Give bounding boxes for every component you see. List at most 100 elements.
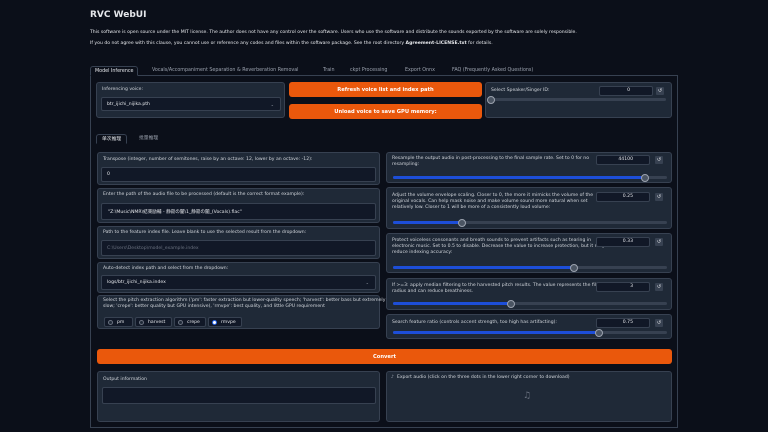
subtab-single[interactable]: 单次推理 [96, 134, 128, 144]
auto-index-box: Auto-detect index path and select from t… [97, 262, 380, 293]
radio-icon [178, 319, 183, 325]
tab-export-onnx[interactable]: Export Onnx [401, 66, 439, 76]
tab-faq[interactable]: FAQ (Frequently Asked Questions) [448, 66, 537, 76]
output-label: Output information [103, 377, 147, 382]
app-title: RVC WebUI [90, 10, 147, 20]
protect-slider-fill [393, 266, 574, 269]
radio-icon [139, 319, 144, 325]
pitch-option-pm[interactable]: pm [104, 317, 133, 327]
protect-slider[interactable] [393, 263, 667, 272]
radio-icon [108, 319, 113, 325]
resample-reset-icon[interactable]: ↺ [655, 156, 663, 164]
radio-selected-icon [212, 319, 217, 325]
speaker-slider[interactable] [487, 95, 666, 104]
music-note-icon: ♪ [391, 375, 394, 380]
search-ratio-slider[interactable] [393, 328, 667, 337]
median-slider-knob[interactable] [506, 299, 515, 308]
license-line-1: This software is open source under the M… [90, 30, 577, 35]
search-ratio-value[interactable]: 0.75 [596, 318, 650, 328]
page: RVC WebUI This software is open source u… [0, 0, 768, 432]
export-audio-box: ♪ Export audio (click on the three dots … [386, 371, 672, 422]
feature-path-box: Path to the feature index file. Leave bl… [97, 226, 380, 259]
music-note-icon: ♫ [523, 391, 532, 401]
resample-slider-knob[interactable] [641, 173, 650, 182]
transpose-box: Transpose (integer, number of semitones,… [97, 152, 380, 185]
protect-slider-knob[interactable] [569, 263, 578, 272]
envelope-label-3: relatively low. Closer to 1 will be more… [392, 205, 551, 210]
envelope-slider[interactable] [393, 218, 667, 227]
envelope-label-2: original vocals. Can help mask noise and… [392, 199, 588, 204]
unload-button[interactable]: Unload voice to save GPU memory: [289, 104, 482, 119]
speaker-reset-icon[interactable]: ↺ [656, 87, 664, 95]
feature-path-input[interactable]: C:\Users\Desktop\model_example.index [101, 240, 376, 256]
transpose-label: Transpose (integer, number of semitones,… [103, 157, 313, 162]
pitch-option-crepe[interactable]: crepe [174, 317, 206, 327]
model-select-label: Inferencing voice: [102, 87, 144, 92]
model-select-value: btr_ijichi_nijika.pth [107, 101, 150, 107]
subtab-batch[interactable]: 批量推理 [134, 134, 163, 144]
median-slider[interactable] [393, 299, 667, 308]
protect-value[interactable]: 0.33 [596, 237, 650, 247]
auto-index-select[interactable]: logs/btr_ijichi_nijika.index ⌄ [101, 275, 376, 290]
search-ratio-slider-knob[interactable] [594, 328, 603, 337]
tab-model-inference[interactable]: Model Inference [90, 66, 139, 76]
feature-path-label: Path to the feature index file. Leave bl… [103, 230, 307, 235]
export-audio-header: ♪ Export audio (click on the three dots … [391, 375, 570, 380]
audio-path-label: Enter the path of the audio file to be p… [103, 192, 305, 197]
envelope-label-1: Adjust the volume envelope scaling. Clos… [392, 193, 594, 198]
median-box: If >=3: apply median filtering to the ha… [386, 278, 672, 310]
speaker-box: Select Speaker/Singer ID: 0 ↺ [485, 82, 672, 118]
pitch-option-harvest[interactable]: harvest [135, 317, 172, 327]
auto-index-value: logs/btr_ijichi_nijika.index [107, 280, 166, 285]
convert-button[interactable]: Convert [97, 349, 672, 364]
envelope-value[interactable]: 0.25 [596, 192, 650, 202]
resample-value[interactable]: 44100 [596, 155, 650, 165]
tab-train[interactable]: Train [319, 66, 339, 76]
protect-reset-icon[interactable]: ↺ [655, 238, 663, 246]
resample-label-1: Resample the output audio in post-proces… [392, 156, 590, 161]
main-tabs: Model Inference Vocals/Accompaniment Sep… [90, 66, 678, 76]
output-box: Output information [97, 371, 380, 422]
search-ratio-box: Search feature ratio (controls accent st… [386, 314, 672, 339]
tab-ckpt-processing[interactable]: ckpt Processing [346, 66, 391, 76]
tab-vocal-separation[interactable]: Vocals/Accompaniment Separation & Reverb… [148, 66, 303, 76]
chevron-down-icon: ⌄ [270, 101, 274, 107]
protect-label-3: reduce indexing accuracy: [392, 250, 453, 255]
audio-path-box: Enter the path of the audio file to be p… [97, 188, 380, 223]
speaker-label: Select Speaker/Singer ID: [491, 88, 550, 93]
resample-slider[interactable] [393, 173, 667, 182]
transpose-input[interactable]: 0 [101, 167, 376, 182]
envelope-reset-icon[interactable]: ↺ [655, 193, 663, 201]
median-reset-icon[interactable]: ↺ [655, 283, 663, 291]
search-ratio-reset-icon[interactable]: ↺ [655, 319, 663, 327]
refresh-button[interactable]: Refresh voice list and index path [289, 82, 482, 97]
pitch-label-1: Select the pitch extraction algorithm ('… [103, 298, 386, 303]
pitch-label-2: slow; 'crepe': better quality but GPU in… [103, 304, 325, 309]
median-slider-fill [393, 302, 511, 305]
model-select[interactable]: btr_ijichi_nijika.pth ⌄ [101, 97, 281, 111]
pitch-option-rmvpe[interactable]: rmvpe [208, 317, 242, 327]
protect-box: Protect voiceless consonants and breath … [386, 233, 672, 273]
chevron-down-icon: ⌄ [365, 280, 369, 285]
search-ratio-slider-fill [393, 331, 599, 334]
envelope-box: Adjust the volume envelope scaling. Clos… [386, 187, 672, 229]
export-audio-label: Export audio (click on the three dots in… [396, 375, 570, 380]
protect-label-2: electronic music. Set to 0.5 to disable.… [392, 244, 605, 249]
model-select-box: Inferencing voice: btr_ijichi_nijika.pth… [96, 82, 285, 118]
envelope-slider-knob[interactable] [457, 218, 466, 227]
speaker-value[interactable]: 0 [599, 86, 653, 96]
resample-box: Resample the output audio in post-proces… [386, 152, 672, 183]
protect-label-1: Protect voiceless consonants and breath … [392, 238, 592, 243]
resample-label-2: resampling: [392, 162, 420, 167]
pitch-box: Select the pitch extraction algorithm ('… [97, 295, 385, 329]
median-value[interactable]: 3 [596, 282, 650, 292]
audio-path-input[interactable]: "Z:\Music\NMR\結束励輔 - 静寂の闇\1_静寂の闇_(Vocals… [101, 203, 376, 220]
median-label-1: If >=3: apply median filtering to the ha… [392, 283, 603, 288]
speaker-slider-knob[interactable] [487, 95, 495, 104]
output-textarea[interactable] [102, 387, 376, 404]
auto-index-label: Auto-detect index path and select from t… [103, 266, 229, 271]
license-line-2: If you do not agree with this clause, yo… [90, 41, 493, 46]
resample-slider-fill [393, 176, 646, 179]
search-ratio-label: Search feature ratio (controls accent st… [392, 320, 557, 325]
median-label-2: radius and can reduce breathiness. [392, 289, 474, 294]
